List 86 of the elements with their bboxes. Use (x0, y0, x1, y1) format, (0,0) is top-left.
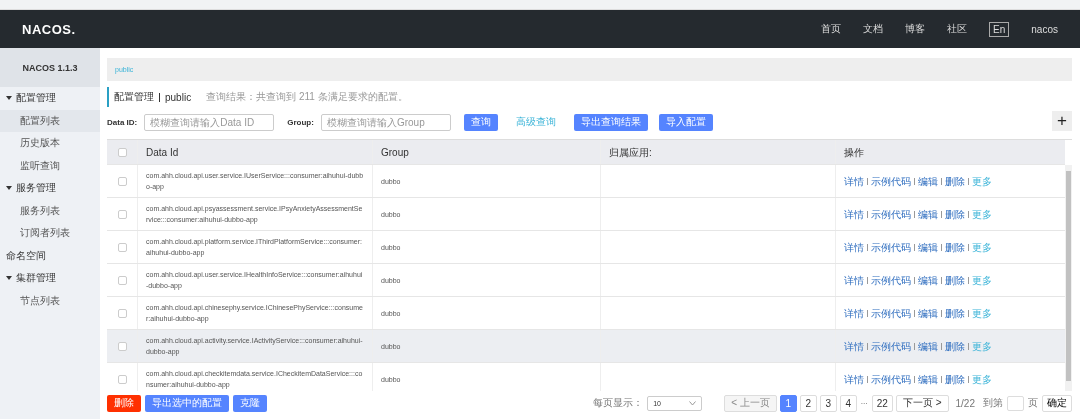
column-header: 操作 (835, 140, 1065, 164)
sidebar-item[interactable]: 订阅者列表 (0, 222, 100, 245)
row-checkbox[interactable] (117, 242, 127, 252)
sidebar-item[interactable]: 配置管理 (0, 87, 100, 110)
nav-link[interactable]: 社区 (947, 22, 968, 36)
action-link[interactable]: 编辑 (918, 340, 938, 352)
action-link[interactable]: 详情 (844, 307, 864, 319)
namespace-label: public (165, 91, 192, 103)
sidebar-item[interactable]: 服务列表 (0, 199, 100, 222)
nav-link[interactable]: 文档 (863, 22, 884, 36)
nacos-logo: NACOS. (22, 21, 76, 37)
page-info: 1/22 (955, 397, 975, 409)
sidebar-title: NACOS 1.1.3 (0, 48, 100, 87)
action-button[interactable]: 查询 (463, 113, 498, 131)
field-label: Data ID: (107, 117, 138, 127)
result-summary: 查询结果：共查询到 211 条满足要求的配置。 (206, 90, 408, 104)
action-link[interactable]: 删除 (945, 175, 965, 187)
nav-link[interactable]: 首页 (821, 22, 842, 36)
page-button[interactable]: 2 (799, 394, 817, 412)
row-checkbox[interactable] (117, 209, 127, 219)
row-checkbox[interactable] (117, 374, 127, 384)
field-label: Group: (287, 117, 314, 127)
chevron-down-icon (689, 400, 697, 406)
action-link[interactable]: 示例代码 (871, 175, 911, 187)
action-link[interactable]: 编辑 (918, 373, 938, 385)
action-link[interactable]: 删除 (945, 241, 965, 253)
sidebar-item[interactable]: 历史版本 (0, 132, 100, 155)
user-menu[interactable]: nacos (1031, 23, 1058, 35)
action-link[interactable]: 详情 (844, 241, 864, 253)
scrollbar[interactable] (1065, 165, 1072, 391)
select-all-checkbox[interactable] (117, 147, 127, 157)
action-button[interactable]: 导入配置 (658, 113, 713, 131)
action-link[interactable]: 删除 (945, 274, 965, 286)
action-link[interactable]: 删除 (945, 340, 965, 352)
confirm-button[interactable]: 确定 (1042, 394, 1072, 412)
row-checkbox[interactable] (117, 176, 127, 186)
nav-link[interactable]: 博客 (905, 22, 926, 36)
action-link[interactable]: 编辑 (918, 307, 938, 319)
action-link[interactable]: 删除 (945, 373, 965, 385)
column-header: Data Id (137, 140, 372, 164)
action-link[interactable]: 删除 (945, 307, 965, 319)
action-link[interactable]: 编辑 (918, 208, 938, 220)
goto-page-field[interactable] (1007, 395, 1024, 411)
action-button[interactable]: 导出查询结果 (573, 113, 648, 131)
page-button[interactable]: 4 (839, 394, 857, 412)
page-title: 配置管理 (114, 90, 154, 104)
row-checkbox[interactable] (117, 341, 127, 351)
page-button[interactable]: 22 (871, 394, 893, 412)
action-link[interactable]: 详情 (844, 340, 864, 352)
search-field[interactable]: 模糊查询请输入Data ID (144, 113, 275, 131)
column-header: Group (372, 140, 600, 164)
action-link[interactable]: 示例代码 (871, 373, 911, 385)
action-button[interactable]: 删除 (107, 394, 141, 412)
action-link[interactable]: 编辑 (918, 175, 938, 187)
action-link[interactable]: 详情 (844, 274, 864, 286)
add-button[interactable]: + (1052, 111, 1072, 131)
sidebar-item[interactable]: 配置列表 (0, 109, 100, 132)
page-size-label: 每页显示： (593, 396, 644, 410)
column-header: 归属应用: (600, 140, 835, 164)
pager-nav-button[interactable]: 下一页 > (895, 394, 949, 412)
action-button[interactable]: 克隆 (233, 394, 267, 412)
action-link[interactable]: 示例代码 (871, 241, 911, 253)
goto-suffix: 页 (1028, 396, 1038, 410)
action-link[interactable]: 示例代码 (871, 340, 911, 352)
action-link[interactable]: 示例代码 (871, 274, 911, 286)
search-field[interactable]: 模糊查询请输入Group (320, 113, 451, 131)
action-link[interactable]: 详情 (844, 175, 864, 187)
sidebar-item[interactable]: 命名空间 (0, 244, 100, 267)
action-button[interactable]: 导出选中的配置 (145, 394, 229, 412)
action-link[interactable]: 详情 (844, 208, 864, 220)
sidebar-item[interactable]: 节点列表 (0, 289, 100, 312)
action-link[interactable]: 编辑 (918, 274, 938, 286)
action-link[interactable]: 详情 (844, 373, 864, 385)
sidebar-item[interactable]: 集群管理 (0, 267, 100, 290)
action-link[interactable]: 示例代码 (871, 208, 911, 220)
page-button[interactable]: 3 (819, 394, 837, 412)
action-link[interactable]: 删除 (945, 208, 965, 220)
action-link[interactable]: 编辑 (918, 241, 938, 253)
row-checkbox[interactable] (117, 308, 127, 318)
page-button[interactable]: 1 (779, 394, 797, 412)
action-link[interactable]: 示例代码 (871, 307, 911, 319)
language-toggle[interactable]: En (989, 21, 1010, 37)
sidebar-item[interactable]: 服务管理 (0, 177, 100, 200)
sidebar-item[interactable]: 监听查询 (0, 154, 100, 177)
goto-label: 到第 (983, 396, 1003, 410)
row-checkbox[interactable] (117, 275, 127, 285)
